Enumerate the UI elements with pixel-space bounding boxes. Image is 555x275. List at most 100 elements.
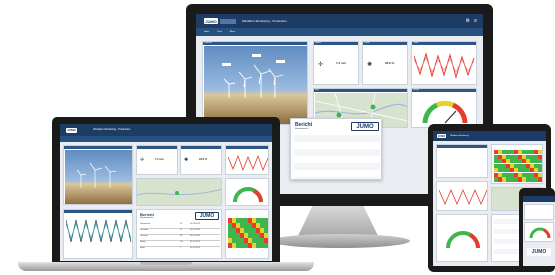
row-value: 17: [180, 229, 183, 231]
laptop-nav: [60, 136, 272, 142]
report-table-body: [294, 135, 380, 179]
row-value: 7: [180, 247, 182, 249]
tablet-app-bar: JUMO Windfarm Monitoring: [433, 131, 546, 141]
row-date: 01.02.2022: [190, 235, 201, 237]
laptop-wave-panel: [63, 209, 133, 259]
tablet-speed-title: [437, 145, 487, 148]
nav-home[interactable]: Home: [204, 31, 209, 34]
heatmap: [494, 150, 542, 182]
laptop-report-panel: Bericht Wochenbericht JUMO Temperatur 21…: [136, 209, 222, 259]
phone-screen: JUMO: [523, 196, 555, 266]
heatmap-cell: [264, 243, 268, 248]
region-map: [137, 179, 221, 205]
table-row: Wind 7 01.02.2022: [140, 247, 220, 253]
speed-panel-title: Speed: [314, 42, 358, 45]
heatmap-cell: [264, 218, 268, 223]
gauge-chart: [446, 231, 480, 249]
row-value: OK: [180, 241, 183, 243]
monitor-neck: [298, 206, 378, 236]
device-showcase: JUMO Windfarm Monitoring - Production ⚙ …: [0, 0, 555, 275]
jumo-logo: JUMO: [437, 134, 446, 138]
heatmap-cell: [538, 163, 542, 168]
phone-jumo-badge: JUMO: [527, 248, 551, 256]
smartware-logo: [220, 18, 236, 24]
report-jumo-badge: JUMO: [195, 212, 219, 220]
heatmap-cell: [264, 223, 268, 228]
wave-chart: [66, 219, 132, 243]
gauge-chart: [529, 227, 551, 239]
report-subtitle: Wochenbericht: [140, 217, 154, 219]
row-date: 01.02.2022: [190, 223, 201, 225]
wind-turbines-illustration: [76, 162, 117, 188]
laptop-power: 93.8 %: [199, 158, 208, 161]
fan-icon: ✢: [318, 62, 324, 68]
report-table: Temperatur 21 01.02.2022 Drehzahl 17 01.…: [140, 223, 220, 253]
heatmap-cell: [538, 168, 542, 173]
power-panel: Power ✺ 93.8 %: [362, 41, 408, 85]
power-panel-title: Power: [363, 42, 407, 45]
trend-chart: [439, 188, 487, 206]
monitor-nav: Home Plant Alarm: [196, 28, 483, 36]
windfarm-photo: [204, 46, 307, 124]
gauge-chart: [422, 100, 468, 124]
menu-icon[interactable]: ≡: [474, 18, 477, 24]
floating-report-card: Bericht Wochenbericht JUMO: [290, 118, 382, 180]
trend-chart: [414, 52, 475, 79]
phone-app-bar: [523, 196, 555, 202]
settings-icon[interactable]: ⚙: [466, 18, 470, 24]
speed-panel: Speed ✢ 7.2 m/s: [313, 41, 359, 85]
laptop-windfarm-photo: [65, 150, 132, 204]
row-date: 01.02.2022: [190, 247, 201, 249]
row-value: 21: [180, 223, 183, 225]
turbine-icon: ✺: [367, 62, 373, 68]
laptop-speed-panel: ✢ 7.2 m/s: [136, 145, 178, 175]
laptop-heatmap-panel: [225, 209, 269, 259]
heatmap-cell: [264, 238, 268, 243]
camera-panel: Webcam: [202, 41, 308, 125]
row-name: Wind: [140, 247, 145, 249]
row-value: 58: [180, 235, 183, 237]
laptop-app-bar: JUMO Windfarm Monitoring - Production: [60, 124, 272, 136]
tablet-trend-panel: [436, 181, 488, 211]
jumo-logo: JUMO: [66, 127, 77, 133]
laptop-wave-title: [64, 210, 132, 213]
tablet-gauge-panel: [436, 214, 488, 262]
laptop-power-title: [181, 146, 221, 149]
heatmap: [228, 218, 268, 248]
trend-panel: Trend: [411, 41, 477, 85]
row-name: Status: [140, 241, 146, 243]
heatmap-cell: [538, 177, 542, 182]
laptop-notch: [140, 262, 192, 265]
row-name: Drehzahl: [140, 229, 149, 231]
laptop-trend-title: [226, 146, 268, 149]
row-date: 01.02.2022: [190, 241, 201, 243]
heatmap-cell: [538, 154, 542, 159]
gauge-panel: Gauge: [411, 88, 477, 128]
nav-alarm[interactable]: Alarm: [230, 31, 235, 34]
row-date: 01.02.2022: [190, 229, 201, 231]
heatmap-cell: [538, 172, 542, 177]
wind-speed-value: 7.2 m/s: [336, 61, 347, 65]
laptop-map-panel: [136, 178, 222, 206]
phone-panel: [524, 204, 554, 220]
power-value: 93.8 %: [385, 61, 395, 65]
camera-panel-title: Webcam: [203, 42, 307, 45]
laptop-camera-title: [64, 146, 132, 149]
laptop-power-panel: ✺ 93.8 %: [180, 145, 222, 175]
laptop-trend-panel: [225, 145, 269, 175]
laptop-wind-speed: 7.2 m/s: [155, 158, 164, 161]
laptop-app-title: Windfarm Monitoring - Production: [93, 127, 131, 131]
tablet-app-title: Windfarm Monitoring: [450, 134, 469, 137]
nav-plant[interactable]: Plant: [217, 31, 222, 34]
phone-gauge-panel: [524, 222, 554, 242]
turbine-icon: ✺: [184, 157, 189, 163]
jumo-logo: JUMO: [204, 18, 218, 24]
gauge-chart: [233, 187, 263, 203]
monitor-base: [270, 234, 410, 248]
row-name: Leistung: [140, 235, 148, 237]
trend-panel-title: Trend: [412, 42, 476, 45]
wind-turbines-illustration: [222, 54, 285, 98]
heatmap-cell: [538, 159, 542, 164]
monitor-app-title: Windfarm Monitoring - Production: [242, 18, 287, 23]
heatmap-cell: [264, 233, 268, 238]
